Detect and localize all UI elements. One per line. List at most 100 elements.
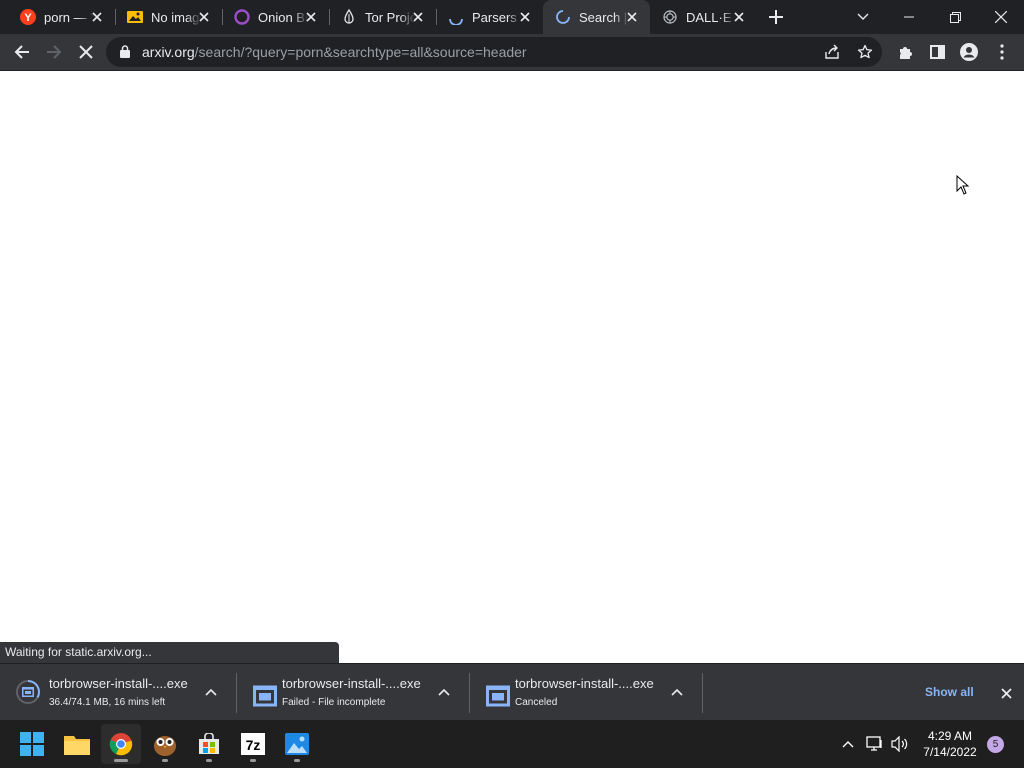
address-bar[interactable]: arxiv.org/search/?query=porn&searchtype=… [106, 37, 882, 67]
cursor-icon [956, 174, 970, 200]
star-icon[interactable] [857, 44, 873, 65]
taskbar-7zip[interactable]: 7z [233, 724, 273, 764]
lock-icon [120, 45, 130, 63]
chevron-up-icon[interactable] [669, 684, 685, 700]
download-item[interactable]: torbrowser-install-....exe Canceled [466, 664, 699, 721]
taskbar-chrome[interactable] [101, 724, 141, 764]
avatar-icon [960, 43, 978, 61]
exe-file-icon [253, 685, 277, 707]
url-text: arxiv.org/search/?query=porn&searchtype=… [142, 44, 527, 60]
chrome-icon [109, 733, 133, 756]
show-all-link[interactable]: Show all [925, 685, 974, 699]
share-icon[interactable] [824, 44, 840, 65]
stop-icon [79, 45, 93, 59]
taskbar-store[interactable] [189, 724, 229, 764]
photos-icon [285, 733, 309, 755]
menu-button[interactable] [987, 37, 1017, 67]
download-status: 36.4/74.1 MB, 16 mins left [49, 697, 166, 708]
tab-yandex[interactable]: Y porn — Yandex [0, 0, 115, 34]
tab-search-button[interactable] [840, 0, 886, 34]
tab-parsers[interactable]: Parsers [428, 0, 543, 34]
minimize-button[interactable] [886, 0, 932, 34]
network-button[interactable] [863, 732, 887, 756]
tor-icon [341, 9, 357, 25]
yandex-icon: Y [20, 9, 36, 25]
image-icon [127, 9, 143, 25]
close-icon [995, 11, 1007, 23]
tab-title: Parsers [472, 9, 517, 25]
running-indicator [250, 759, 256, 762]
7zip-icon: 7z [241, 733, 265, 755]
tray-overflow-button[interactable] [836, 732, 860, 756]
download-filename: torbrowser-install-....exe [515, 676, 654, 691]
profile-button[interactable] [954, 37, 984, 67]
close-icon[interactable] [517, 9, 533, 25]
windows-icon [20, 732, 44, 756]
close-icon[interactable] [731, 9, 747, 25]
restore-button[interactable] [932, 0, 978, 34]
tab-title: Search | arXiv [579, 9, 629, 25]
restore-icon [949, 11, 961, 23]
plus-icon [769, 10, 783, 24]
new-tab-button[interactable] [760, 0, 792, 34]
clock-date: 7/14/2022 [923, 745, 977, 759]
tab-tor-project[interactable]: Tor Project [321, 0, 436, 34]
download-filename: torbrowser-install-....exe [282, 676, 421, 691]
download-item[interactable]: torbrowser-install-....exe Failed - File… [233, 664, 466, 721]
chevron-down-icon [857, 13, 869, 20]
network-icon [866, 736, 882, 751]
forward-button[interactable] [39, 37, 69, 67]
side-panel-button[interactable] [922, 37, 952, 67]
tab-dalle[interactable]: DALL·E [642, 0, 757, 34]
close-icon[interactable] [303, 9, 319, 25]
openai-icon [662, 9, 678, 25]
exe-file-icon [486, 685, 510, 707]
tab-title: DALL·E [686, 9, 732, 25]
tab-title: porn — Yandex [44, 9, 94, 25]
stop-button[interactable] [71, 37, 101, 67]
download-item[interactable]: torbrowser-install-....exe 36.4/74.1 MB,… [0, 664, 233, 721]
back-button[interactable] [7, 37, 37, 67]
volume-button[interactable] [888, 732, 912, 756]
close-icon[interactable] [624, 9, 640, 25]
divider [702, 673, 703, 713]
start-button[interactable] [12, 724, 52, 764]
svg-text:7z: 7z [246, 737, 261, 753]
close-icon[interactable] [996, 683, 1016, 703]
extensions-button[interactable] [891, 37, 921, 67]
url-path: /search/?query=porn&searchtype=all&sourc… [194, 44, 527, 60]
running-indicator [114, 759, 128, 762]
loading-icon [555, 9, 571, 25]
tab-arxiv-search[interactable]: Search | arXiv [543, 0, 650, 34]
url-host: arxiv.org [142, 44, 195, 60]
close-icon[interactable] [89, 9, 105, 25]
clock[interactable]: 4:29 AM 7/14/2022 [914, 728, 986, 760]
notification-badge[interactable]: 5 [987, 736, 1004, 753]
taskbar: 7z 4:29 AM 7/14/2022 5 [0, 720, 1024, 768]
store-icon [199, 733, 219, 754]
close-window-button[interactable] [978, 0, 1024, 34]
running-indicator [162, 759, 168, 762]
tab-no-image[interactable]: No image [107, 0, 222, 34]
tab-strip: Y porn — Yandex No image Onion Browser T… [0, 0, 1024, 34]
side-panel-icon [929, 45, 945, 59]
chevron-up-icon[interactable] [203, 684, 219, 700]
page-content [0, 71, 1024, 663]
tab-title: Onion Browser [258, 9, 308, 25]
taskbar-file-explorer[interactable] [57, 724, 97, 764]
running-indicator [294, 759, 300, 762]
download-status: Canceled [515, 697, 558, 708]
chevron-up-icon[interactable] [436, 684, 452, 700]
tab-onion-browser[interactable]: Onion Browser [214, 0, 329, 34]
status-bubble: Waiting for static.arxiv.org... [0, 642, 339, 663]
download-shelf: torbrowser-install-....exe 36.4/74.1 MB,… [0, 663, 1024, 720]
download-status: Failed - File incomplete [282, 697, 386, 708]
download-filename: torbrowser-install-....exe [49, 676, 188, 691]
close-icon[interactable] [410, 9, 426, 25]
tab-title: No image [151, 9, 201, 25]
taskbar-owl-app[interactable] [145, 724, 185, 764]
taskbar-photos[interactable] [277, 724, 317, 764]
close-icon[interactable] [196, 9, 212, 25]
onion-icon [234, 9, 250, 25]
clock-time: 4:29 AM [927, 729, 973, 743]
